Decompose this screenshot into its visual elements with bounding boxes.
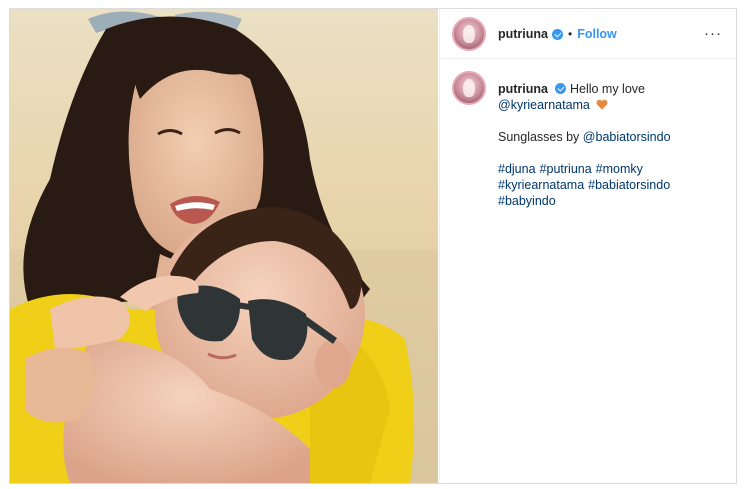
caption-first-line: putriuna Hello my love [498, 81, 674, 97]
caption-username[interactable]: putriuna [498, 82, 548, 96]
hashtag-link[interactable]: #babiatorsindo [588, 178, 670, 192]
separator-dot: • [568, 26, 573, 41]
hashtags: #djuna #putriuna #momky #kyriearnatama #bab… [498, 161, 674, 209]
post-photo[interactable] [10, 9, 438, 483]
caption-comment: putriuna Hello my love @kyriearnatama Su… [440, 59, 736, 209]
sunglasses-text: Sunglasses by [498, 130, 580, 144]
caption-avatar[interactable] [452, 71, 486, 105]
photo-illustration [10, 9, 438, 483]
hashtag-link[interactable]: #kyriearnatama [498, 178, 584, 192]
post-username[interactable]: putriuna [498, 27, 548, 41]
caption-greeting: Hello my love [569, 82, 645, 96]
post-sidebar: putriuna • Follow ··· putriuna Hello my … [439, 9, 736, 483]
hashtag-link[interactable]: #putriuna [540, 162, 592, 176]
post-header: putriuna • Follow ··· [440, 9, 736, 59]
caption-body: putriuna Hello my love @kyriearnatama Su… [498, 81, 674, 209]
mention-link[interactable]: @kyriearnatama [498, 98, 590, 112]
follow-button[interactable]: Follow [577, 27, 617, 41]
hashtag-link[interactable]: #babyindo [498, 194, 556, 208]
verified-badge-icon [555, 83, 567, 94]
verified-badge-icon [552, 29, 563, 40]
sunglasses-mention-link[interactable]: @babiatorsindo [583, 130, 671, 144]
more-options-icon[interactable]: ··· [704, 26, 722, 41]
hashtag-link[interactable]: #momky [596, 162, 643, 176]
caption-mention-line: @kyriearnatama [498, 97, 674, 113]
hashtag-link[interactable]: #djuna [498, 162, 536, 176]
instagram-post: putriuna • Follow ··· putriuna Hello my … [9, 8, 737, 484]
avatar[interactable] [452, 16, 486, 51]
sunglasses-credit: Sunglasses by @babiatorsindo [498, 129, 674, 145]
orange-heart-icon [596, 99, 608, 110]
